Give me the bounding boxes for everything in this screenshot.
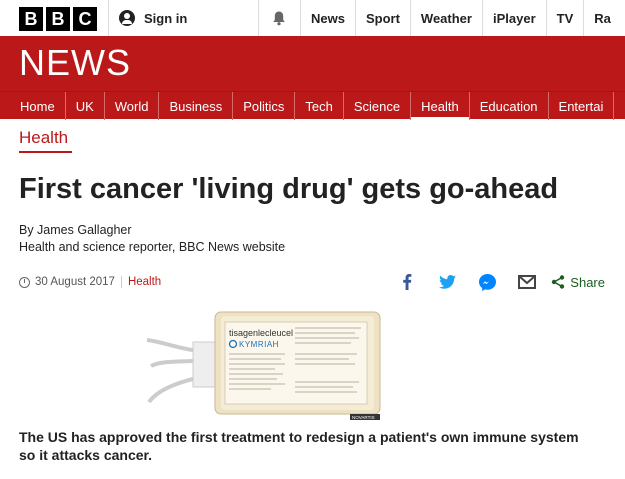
section-nav-uk[interactable]: UK [66,92,105,120]
image-brand-generic: tisagenlecleucel [229,328,293,338]
section-nav-science[interactable]: Science [344,92,412,120]
meta-divider [120,276,122,288]
facebook-icon [403,274,412,290]
sign-in-label: Sign in [144,10,188,26]
share-button[interactable]: Share [551,275,605,290]
notifications-button[interactable] [258,0,299,36]
share-tools: Share [387,270,605,294]
email-icon [518,275,537,289]
byline: By James Gallagher Health and science re… [19,222,285,256]
page-section-text: Health [19,128,69,147]
topnav-sport[interactable]: Sport [354,0,410,36]
topnav-news[interactable]: News [300,0,355,36]
share-messenger-button[interactable] [467,270,507,294]
topnav-tv[interactable]: TV [545,0,584,36]
author-role: Health and science reporter, BBC News we… [19,240,286,254]
clock-icon [19,276,30,288]
share-twitter-button[interactable] [427,270,467,294]
section-nav-entertainment[interactable]: Entertai [549,92,615,120]
user-icon [119,10,135,26]
image-brand-name: KYMRIAH [239,340,279,349]
topnav-iplayer[interactable]: iPlayer [481,0,546,36]
section-nav-politics[interactable]: Politics [233,92,296,120]
top-bar: B B C Sign in News Sport Weather iPlayer… [0,0,625,36]
logo-letter-b1: B [19,7,43,31]
story-tag-link[interactable]: Health [128,276,161,288]
logo-letter-c: C [73,7,97,31]
share-facebook-button[interactable] [387,270,427,294]
logo-letter-b2: B [46,7,70,31]
sign-in-button[interactable]: Sign in [108,0,187,36]
news-banner: NEWS [0,36,625,91]
section-nav-health[interactable]: Health [411,92,470,120]
story-summary: The US has approved the first treatment … [19,429,579,463]
story-headline: First cancer 'living drug' gets go-ahead [19,173,559,205]
author-name: By James Gallagher [19,223,132,237]
bell-icon [273,11,285,26]
section-nav-business[interactable]: Business [159,92,234,120]
share-label: Share [570,274,605,290]
share-icon [552,275,565,289]
topnav-radio[interactable]: Ra [583,0,621,36]
section-nav: Home UK World Business Politics Tech Sci… [0,91,625,120]
messenger-icon [478,273,496,291]
share-email-button[interactable] [507,270,547,294]
twitter-icon [438,275,456,289]
topnav-weather[interactable]: Weather [409,0,482,36]
section-nav-home[interactable]: Home [10,92,66,120]
page-section-underline [19,151,72,153]
story-image: tisagenlecleucel KYMRIAH NOVARTIS [146,311,381,420]
section-nav-world[interactable]: World [105,92,160,120]
section-nav-education[interactable]: Education [470,92,549,120]
image-badge: NOVARTIS [352,415,375,420]
story-meta: 30 August 2017 Health [19,276,161,288]
top-nav: News Sport Weather iPlayer TV Ra [300,0,621,36]
bbc-logo[interactable]: B B C [19,7,97,31]
story-date: 30 August 2017 [35,276,115,288]
page-section-label[interactable]: Health [19,128,72,153]
section-nav-tech[interactable]: Tech [295,92,344,120]
news-title[interactable]: NEWS [19,42,131,84]
